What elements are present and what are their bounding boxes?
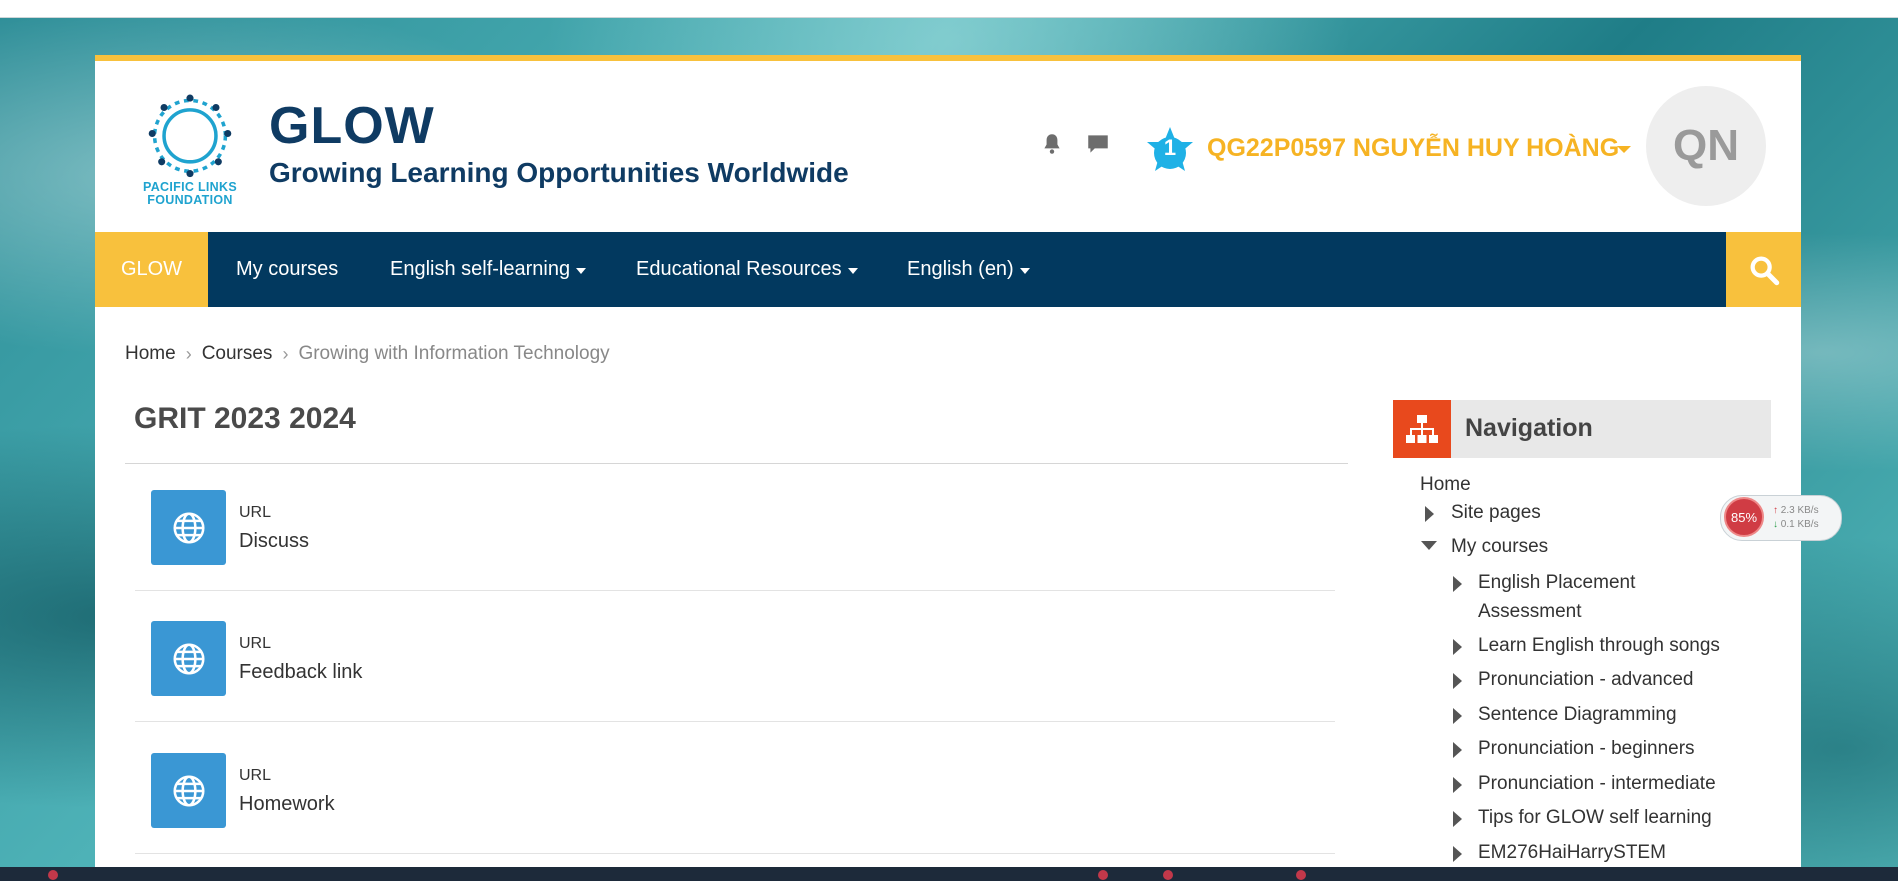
- activity-icon: [151, 621, 226, 696]
- activity-link[interactable]: Homework: [239, 793, 335, 816]
- upload-rate-value: 2.3 KB/s: [1780, 505, 1819, 516]
- expand-arrow-icon[interactable]: [1453, 846, 1462, 862]
- search-button[interactable]: [1726, 232, 1801, 307]
- logo-caption: PACIFIC LINKS FOUNDATION: [143, 180, 237, 207]
- caret-down-icon: [847, 267, 858, 274]
- expand-arrow-icon[interactable]: [1453, 742, 1462, 758]
- download-rate-value: 0.1 KB/s: [1780, 519, 1819, 530]
- breadcrumb: Home › Courses › Growing with Informatio…: [125, 343, 610, 365]
- activity-item[interactable]: URL Feedback link: [135, 621, 1335, 752]
- breadcrumb-home[interactable]: Home: [125, 343, 176, 365]
- nav-tree-home[interactable]: Home: [1420, 474, 1471, 496]
- avatar[interactable]: QN: [1646, 86, 1766, 206]
- chevron-right-icon: ›: [185, 343, 192, 364]
- download-rate: ↓ 0.1 KB/s: [1773, 519, 1819, 530]
- network-speed-widget[interactable]: 85% ↑ 2.3 KB/s ↓ 0.1 KB/s: [1720, 495, 1842, 541]
- divider: [135, 721, 1335, 722]
- activity-type: URL: [239, 504, 272, 521]
- navigation-icon-box: [1393, 400, 1451, 458]
- os-taskbar: [0, 867, 1898, 881]
- expand-arrow-icon[interactable]: [1453, 576, 1462, 592]
- navigation-block: Navigation Home Site pages My courses En…: [1393, 400, 1771, 863]
- nav-tree-course[interactable]: English Placement: [1478, 572, 1635, 594]
- cpu-percent: 85%: [1724, 497, 1764, 537]
- site-title[interactable]: GLOW: [269, 96, 435, 156]
- nav-tree-course[interactable]: EM276HaiHarrySTEM: [1478, 842, 1666, 864]
- activity-icon: [151, 490, 226, 565]
- nav-item-language[interactable]: English (en): [907, 232, 1030, 307]
- expand-arrow-icon[interactable]: [1453, 639, 1462, 655]
- divider: [135, 853, 1335, 854]
- nav-tree-course[interactable]: Learn English through songs: [1478, 635, 1720, 657]
- navigation-title: Navigation: [1465, 414, 1593, 442]
- nav-tree-my-courses[interactable]: My courses: [1451, 536, 1548, 558]
- taskbar-app-icon[interactable]: [1163, 870, 1173, 880]
- nav-tree-course[interactable]: Tips for GLOW self learning: [1478, 807, 1712, 829]
- user-menu-name[interactable]: QG22P0597 NGUYỄN HUY HOÀNG: [1207, 134, 1619, 163]
- divider: [135, 590, 1335, 591]
- bell-icon[interactable]: [1039, 131, 1065, 157]
- activity-type: URL: [239, 635, 272, 652]
- collapse-arrow-icon[interactable]: [1421, 541, 1437, 550]
- arrow-down-icon: ↓: [1773, 519, 1778, 530]
- taskbar-app-icon[interactable]: [48, 870, 58, 880]
- activity-link[interactable]: Discuss: [239, 530, 309, 553]
- nav-tree-site-pages[interactable]: Site pages: [1451, 502, 1541, 524]
- nav-tree-course[interactable]: Sentence Diagramming: [1478, 704, 1677, 726]
- section-title: GRIT 2023 2024: [134, 402, 356, 435]
- expand-arrow-icon[interactable]: [1453, 708, 1462, 724]
- activity-type: URL: [239, 767, 272, 784]
- chat-icon[interactable]: [1085, 131, 1111, 157]
- browser-top-strip: [0, 0, 1898, 18]
- activity-link[interactable]: Feedback link: [239, 661, 362, 684]
- chevron-down-icon[interactable]: [1617, 146, 1631, 153]
- chevron-right-icon: ›: [282, 343, 289, 364]
- nav-tree-course[interactable]: Pronunciation - intermediate: [1478, 773, 1716, 795]
- nav-tree-course-line2[interactable]: Assessment: [1478, 601, 1581, 623]
- nav-item-glow[interactable]: GLOW: [95, 232, 208, 307]
- nav-item-educational-resources[interactable]: Educational Resources: [636, 232, 858, 307]
- nav-tree-course[interactable]: Pronunciation - advanced: [1478, 669, 1693, 691]
- nav-item-label: GLOW: [120, 258, 183, 280]
- caret-down-icon: [1019, 267, 1030, 274]
- nav-item-label: My courses: [236, 258, 339, 280]
- breadcrumb-current[interactable]: Growing with Information Technology: [298, 343, 609, 365]
- site-header: PACIFIC LINKS FOUNDATION GLOW Growing Le…: [95, 61, 1801, 232]
- caret-down-icon: [576, 267, 587, 274]
- nav-item-label: English (en): [907, 258, 1014, 280]
- search-icon: [1750, 256, 1779, 285]
- breadcrumb-courses[interactable]: Courses: [202, 343, 273, 365]
- nav-item-english-self-learning[interactable]: English self-learning: [390, 232, 587, 307]
- nav-tree-course[interactable]: Pronunciation - beginners: [1478, 738, 1695, 760]
- divider: [125, 463, 1348, 464]
- expand-arrow-icon[interactable]: [1425, 506, 1434, 522]
- upload-rate: ↑ 2.3 KB/s: [1773, 505, 1819, 516]
- nav-item-my-courses[interactable]: My courses: [236, 232, 338, 307]
- taskbar-app-icon[interactable]: [1098, 870, 1108, 880]
- globe-icon: [172, 774, 205, 807]
- level-badge-number: 1: [1163, 135, 1177, 160]
- taskbar-app-icon[interactable]: [1296, 870, 1306, 880]
- activity-item[interactable]: URL Discuss: [135, 490, 1335, 621]
- main-navbar: GLOW My courses English self-learning Ed…: [95, 232, 1801, 307]
- arrow-up-icon: ↑: [1773, 505, 1778, 516]
- expand-arrow-icon[interactable]: [1453, 777, 1462, 793]
- activity-item[interactable]: URL Homework: [135, 753, 1335, 867]
- site-subtitle: Growing Learning Opportunities Worldwide: [269, 157, 849, 188]
- page-container: PACIFIC LINKS FOUNDATION GLOW Growing Le…: [95, 55, 1801, 867]
- sitemap-icon: [1406, 415, 1438, 443]
- activity-icon: [151, 753, 226, 828]
- globe-icon: [172, 511, 205, 544]
- nav-item-label: Educational Resources: [636, 258, 842, 280]
- globe-icon: [172, 642, 205, 675]
- nav-item-label: English self-learning: [390, 258, 571, 280]
- navigation-header: Navigation: [1393, 400, 1771, 458]
- expand-arrow-icon[interactable]: [1453, 811, 1462, 827]
- expand-arrow-icon[interactable]: [1453, 673, 1462, 689]
